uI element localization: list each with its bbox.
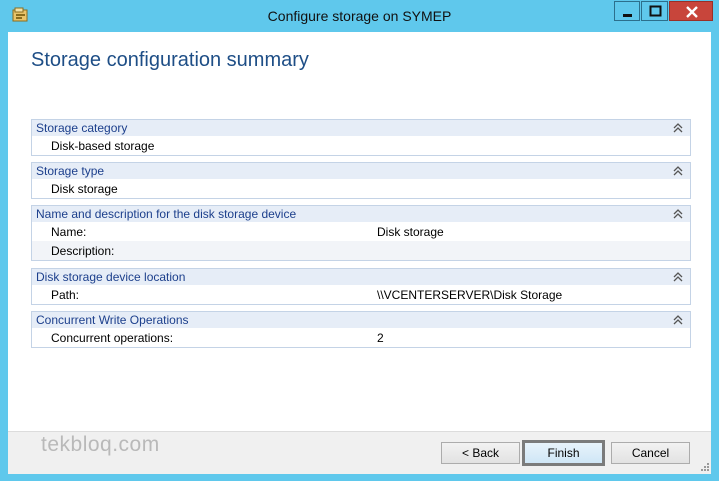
section-header: Concurrent Write Operations xyxy=(32,312,690,328)
section-device-location: Disk storage device location Path: \\VCE… xyxy=(31,268,691,305)
section-name-description: Name and description for the disk storag… xyxy=(31,205,691,261)
section-header: Name and description for the disk storag… xyxy=(32,206,690,222)
finish-button[interactable]: Finish xyxy=(522,440,605,466)
section-storage-type: Storage type Disk storage xyxy=(31,162,691,199)
minimize-icon xyxy=(623,14,632,17)
row-key: Name: xyxy=(51,225,87,239)
section-title: Disk storage device location xyxy=(36,270,186,284)
watermark: tekbloq.com xyxy=(41,433,160,456)
summary-row: Description: xyxy=(32,241,690,260)
close-button[interactable] xyxy=(669,1,713,21)
summary-row: Disk storage xyxy=(32,179,690,198)
section-title: Storage category xyxy=(36,121,128,135)
summary-row: Name: Disk storage xyxy=(32,222,690,241)
row-key: Disk storage xyxy=(51,182,118,196)
back-button[interactable]: < Back xyxy=(441,442,520,464)
close-icon xyxy=(686,6,698,18)
maximize-icon xyxy=(649,5,662,17)
minimize-button[interactable] xyxy=(614,1,640,21)
chevron-up-icon[interactable] xyxy=(672,314,684,326)
row-value: 2 xyxy=(377,331,384,345)
section-title: Name and description for the disk storag… xyxy=(36,207,297,221)
chevron-up-icon[interactable] xyxy=(672,165,684,177)
summary-row: Disk-based storage xyxy=(32,136,690,155)
dialog-window: Configure storage on SYMEP Storage confi… xyxy=(0,0,719,481)
dialog-content: Storage configuration summary Storage ca… xyxy=(8,32,711,474)
row-key: Description: xyxy=(51,244,115,258)
section-title: Storage type xyxy=(36,164,105,178)
title-bar[interactable]: Configure storage on SYMEP xyxy=(0,0,719,32)
cancel-button[interactable]: Cancel xyxy=(611,442,690,464)
row-value: Disk storage xyxy=(377,225,444,239)
maximize-button[interactable] xyxy=(641,1,668,21)
row-key: Path: xyxy=(51,288,80,302)
chevron-up-icon[interactable] xyxy=(672,122,684,134)
row-value: \\VCENTERSERVER\Disk Storage xyxy=(377,288,563,302)
section-header: Disk storage device location xyxy=(32,269,690,285)
window-title: Configure storage on SYMEP xyxy=(267,8,452,24)
section-header: Storage type xyxy=(32,163,690,179)
summary-row: Path: \\VCENTERSERVER\Disk Storage xyxy=(32,285,690,304)
chevron-up-icon[interactable] xyxy=(672,208,684,220)
section-concurrent-write: Concurrent Write Operations Concurrent o… xyxy=(31,311,691,348)
chevron-up-icon[interactable] xyxy=(672,271,684,283)
page-title: Storage configuration summary xyxy=(31,49,309,71)
section-header: Storage category xyxy=(32,120,690,136)
section-title: Concurrent Write Operations xyxy=(36,313,189,327)
row-key: Concurrent operations: xyxy=(51,331,174,345)
resize-grip-icon[interactable] xyxy=(699,461,709,471)
summary-row: Concurrent operations: 2 xyxy=(32,328,690,347)
row-key: Disk-based storage xyxy=(51,139,155,153)
section-storage-category: Storage category Disk-based storage xyxy=(31,119,691,156)
